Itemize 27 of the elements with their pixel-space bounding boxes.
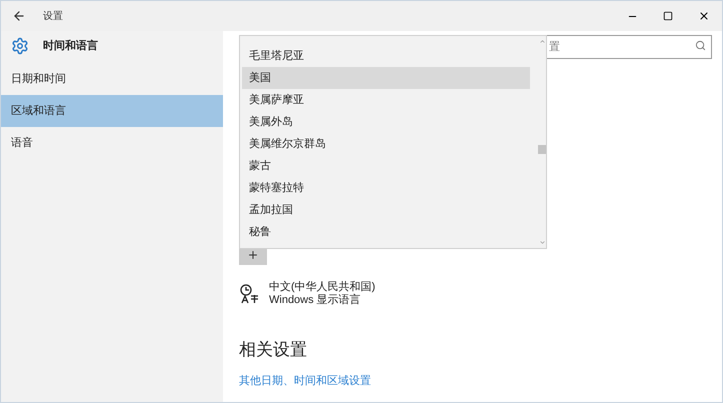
language-icon [239, 283, 261, 305]
scroll-thumb[interactable] [538, 145, 546, 154]
plus-icon [247, 249, 259, 261]
scroll-down-icon [538, 239, 546, 246]
dropdown-option[interactable]: 美国 [242, 67, 530, 89]
country-dropdown[interactable]: 毛里塔尼亚 美国 美属萨摩亚 美属外岛 美属维尔京群岛 蒙古 蒙特塞拉特 孟加拉国 秘鲁 [239, 35, 547, 249]
dropdown-option[interactable]: 美属维尔京群岛 [242, 133, 530, 155]
sidebar-item[interactable]: 语音 [1, 127, 223, 159]
language-note: Windows 显示语言 [269, 294, 362, 307]
related-heading: 相关设置 [239, 339, 308, 361]
dropdown-option[interactable]: 蒙古 [242, 155, 530, 177]
dropdown-option[interactable]: 美属外岛 [242, 111, 530, 133]
related-link[interactable]: 其他日期、时间和区域设置 [239, 372, 722, 389]
sidebar-item[interactable]: 区域和语言 [1, 95, 223, 127]
dropdown-option[interactable]: 孟加拉国 [242, 199, 530, 221]
maximize-icon [663, 11, 673, 21]
section-title: 时间和语言 [43, 38, 98, 54]
sidebar-item[interactable]: 日期和时间 [1, 63, 223, 95]
scroll-up-icon [538, 38, 546, 45]
close-icon [698, 10, 710, 22]
search-icon [695, 40, 706, 51]
settings-icon [11, 37, 29, 55]
dropdown-option[interactable]: 美属萨摩亚 [242, 89, 530, 111]
language-name: 中文(中华人民共和国) [269, 281, 376, 294]
dropdown-option[interactable]: 秘鲁 [242, 221, 530, 243]
window-title: 设置 [43, 10, 63, 24]
dropdown-option[interactable]: 蒙特塞拉特 [242, 177, 530, 199]
